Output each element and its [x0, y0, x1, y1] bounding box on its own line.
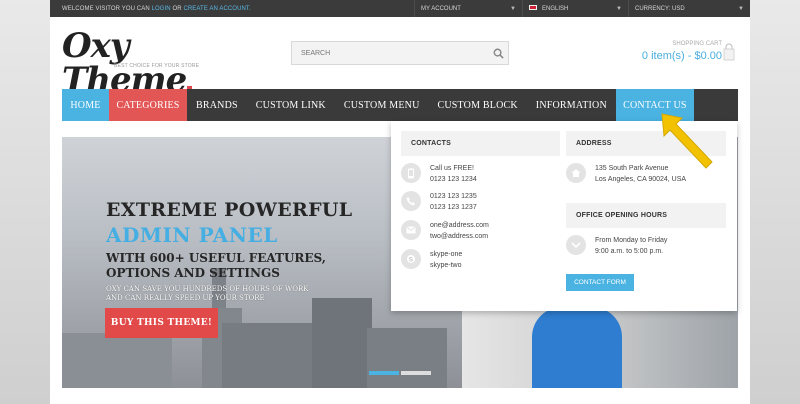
- phone-number: 0123 123 1235: [430, 193, 477, 200]
- building-shape: [367, 328, 447, 388]
- home-icon: [566, 163, 586, 183]
- hours-line: From Monday to Friday: [595, 237, 668, 244]
- skype-id: skype-two: [430, 262, 462, 269]
- cart-value: 0 item(s) - $0.00: [641, 50, 722, 62]
- building-shape: [222, 323, 317, 388]
- email-link[interactable]: two@address.com: [430, 231, 489, 242]
- flag-icon: [529, 5, 537, 10]
- building-shape: [312, 298, 372, 388]
- phone-icon: [401, 191, 421, 211]
- create-account-link[interactable]: CREATE AN ACCOUNT.: [183, 6, 250, 12]
- main-nav: HOME CATEGORIES BRANDS CUSTOM LINK CUSTO…: [62, 89, 738, 121]
- search-input[interactable]: [292, 49, 488, 57]
- email-link[interactable]: one@address.com: [430, 220, 489, 231]
- caret-down-icon: ▼: [510, 5, 516, 12]
- currency-label: CURRENCY: USD: [635, 5, 685, 12]
- hours-row: From Monday to Friday 9:00 a.m. to 5:00 …: [566, 235, 667, 257]
- phone-number: 0123 123 1237: [430, 204, 477, 211]
- phones-block: 0123 123 1235 0123 123 1237: [430, 191, 477, 213]
- slider-pagination: [369, 371, 431, 375]
- skype-id: skype-one: [430, 251, 463, 258]
- shopping-cart[interactable]: SHOPPING CART 0 item(s) - $0.00: [622, 41, 722, 62]
- my-account-dropdown[interactable]: MY ACCOUNT ▼: [414, 0, 522, 17]
- welcome-message: WELCOME VISITOR YOU CAN LOGIN OR CREATE …: [50, 6, 414, 12]
- contact-form-button[interactable]: CONTACT FORM: [566, 274, 634, 291]
- pointer-arrow-icon: [661, 113, 713, 169]
- search-icon[interactable]: [488, 48, 508, 59]
- shopping-bag-icon[interactable]: [723, 43, 735, 66]
- nav-home[interactable]: HOME: [62, 89, 109, 121]
- nav-brands[interactable]: BRANDS: [187, 89, 247, 121]
- chevron-down-icon: [566, 235, 586, 255]
- contact-skype: S skype-one skype-two: [401, 249, 462, 271]
- welcome-text: WELCOME VISITOR YOU CAN: [62, 5, 152, 12]
- skype-block: skype-one skype-two: [430, 249, 462, 271]
- hours-line: 9:00 a.m. to 5:00 p.m.: [595, 248, 664, 255]
- contact-phone-free: Call us FREE! 0123 123 1234: [401, 163, 477, 185]
- language-dropdown[interactable]: ENGLISH ▼: [522, 0, 628, 17]
- phone-free-label: Call us FREE!: [430, 165, 474, 172]
- top-bar: WELCOME VISITOR YOU CAN LOGIN OR CREATE …: [50, 0, 750, 17]
- skype-icon: S: [401, 249, 421, 269]
- cart-label: SHOPPING CART: [672, 41, 722, 47]
- slider-dot[interactable]: [401, 371, 431, 375]
- contact-emails: one@address.com two@address.com: [401, 220, 489, 242]
- language-label-wrap: ENGLISH: [529, 5, 568, 12]
- phone-free-number: 0123 123 1234: [430, 176, 477, 183]
- emails-block: one@address.com two@address.com: [430, 220, 489, 242]
- or-text: OR: [170, 5, 184, 12]
- hero-description: OXY CAN SAVE YOU HUNDREDS OF HOURS OF WO…: [106, 285, 309, 302]
- currency-dropdown[interactable]: CURRENCY: USD ▼: [628, 0, 750, 17]
- contact-phones: 0123 123 1235 0123 123 1237: [401, 191, 477, 213]
- nav-information[interactable]: INFORMATION: [527, 89, 616, 121]
- my-account-label: MY ACCOUNT: [421, 5, 461, 12]
- building-shape: [62, 333, 172, 388]
- envelope-icon: [401, 220, 421, 240]
- slider-dot[interactable]: [369, 371, 399, 375]
- nav-custom-block[interactable]: CUSTOM BLOCK: [429, 89, 527, 121]
- caret-down-icon: ▼: [616, 5, 622, 12]
- address-line: Los Angeles, CA 90024, USA: [595, 176, 687, 183]
- phone-free-block: Call us FREE! 0123 123 1234: [430, 163, 477, 185]
- site-logo[interactable]: Oxy Theme BEST CHOICE FOR YOUR STORE: [62, 29, 232, 97]
- hours-block: From Monday to Friday 9:00 a.m. to 5:00 …: [595, 235, 667, 257]
- caret-down-icon: ▼: [738, 5, 744, 12]
- nav-custom-menu[interactable]: CUSTOM MENU: [335, 89, 429, 121]
- hero-subtitle: ADMIN PANEL: [106, 223, 278, 247]
- superhero-shirt-image: [532, 307, 622, 388]
- nav-custom-link[interactable]: CUSTOM LINK: [247, 89, 335, 121]
- opening-hours-heading: OFFICE OPENING HOURS: [566, 203, 726, 228]
- nav-categories[interactable]: CATEGORIES: [109, 89, 187, 121]
- mobile-phone-icon: [401, 163, 421, 183]
- hero-features: WITH 600+ USEFUL FEATURES, OPTIONS AND S…: [106, 251, 326, 280]
- login-link[interactable]: LOGIN: [152, 6, 171, 12]
- hero-title: EXTREME POWERFUL: [106, 199, 353, 221]
- logo-tagline: BEST CHOICE FOR YOUR STORE: [114, 63, 200, 69]
- contacts-heading: CONTACTS: [401, 131, 560, 156]
- svg-text:S: S: [409, 255, 414, 263]
- search-box: [291, 41, 509, 65]
- buy-theme-button[interactable]: BUY THIS THEME!: [105, 308, 218, 338]
- language-label: ENGLISH: [542, 6, 569, 12]
